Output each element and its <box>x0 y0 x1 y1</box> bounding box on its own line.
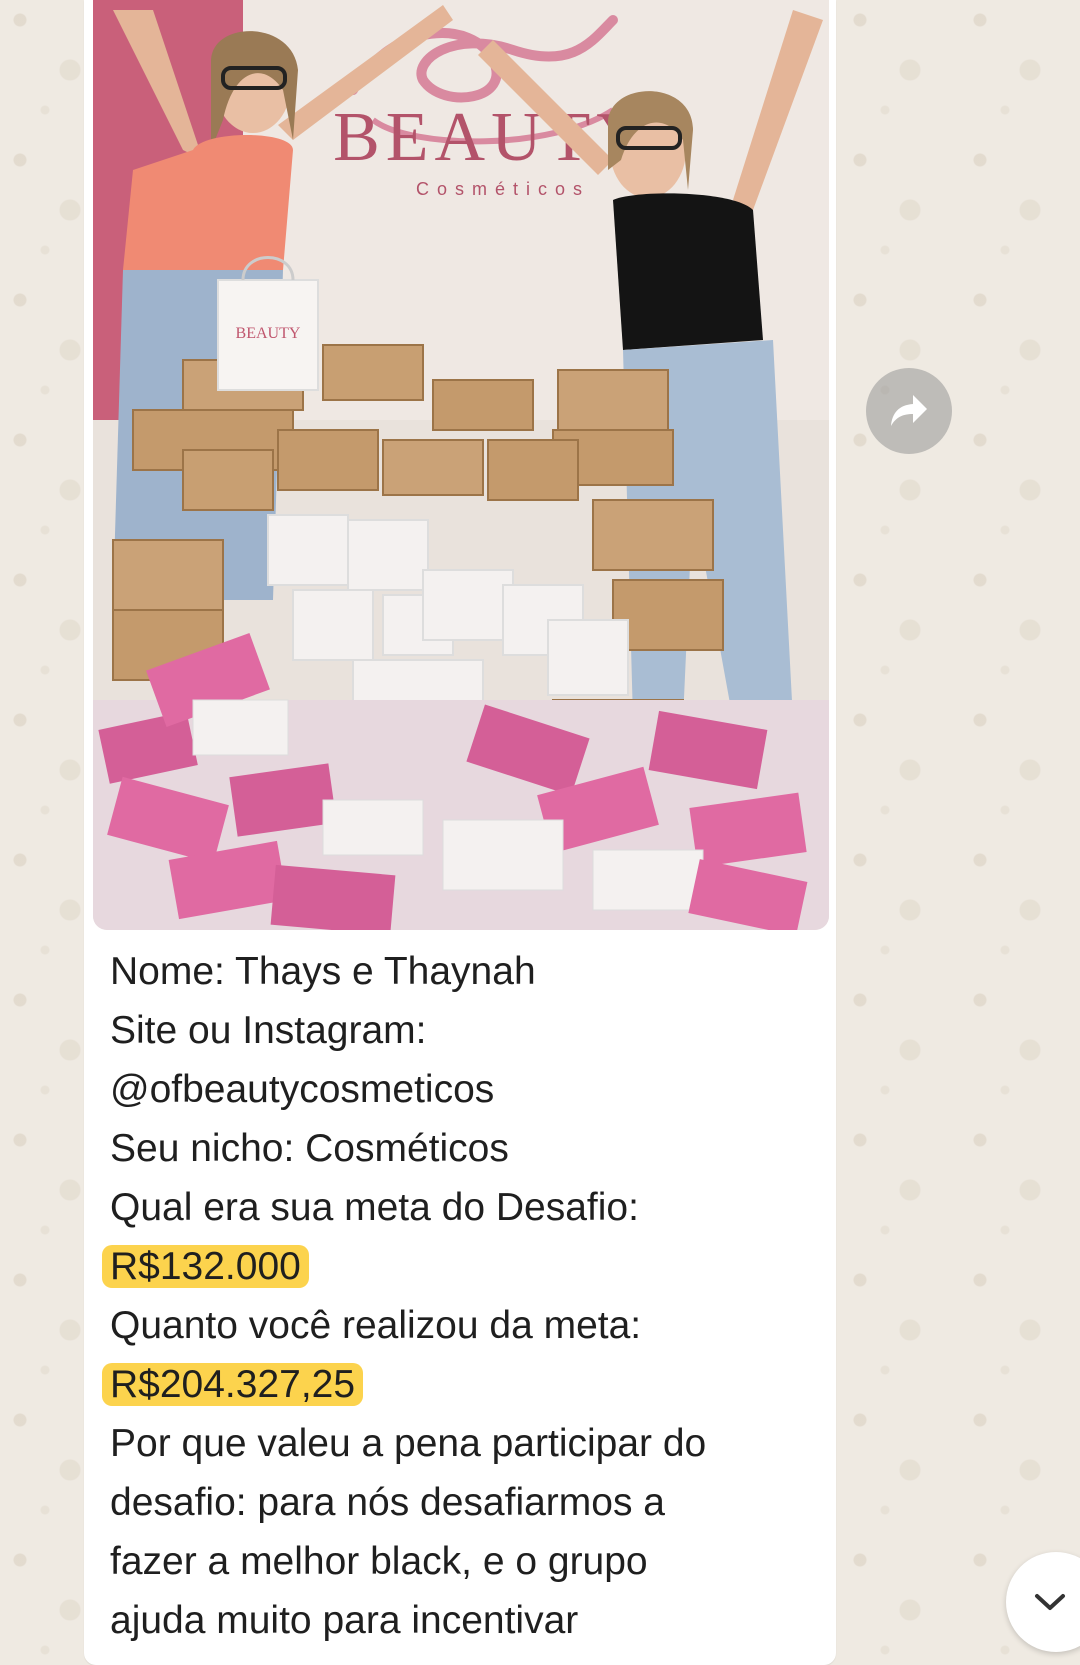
caption-reason-1: Por que valeu a pena participar do <box>110 1422 707 1465</box>
caption-achieved-line: R$204.327,25 <box>102 1355 820 1414</box>
message-photo[interactable]: BEAUTY Cosméticos BEAUTY <box>93 0 829 930</box>
chevron-down-icon <box>1035 1594 1065 1610</box>
caption-goal-line: R$132.000 <box>102 1237 820 1296</box>
caption-achieved-label: Quanto você realizou da meta: <box>110 1304 642 1347</box>
bag-brand-text: BEAUTY <box>236 325 301 342</box>
forward-arrow-icon <box>891 395 927 426</box>
caption-reason-4: ajuda muito para incentivar <box>110 1599 579 1642</box>
caption-reason-2: desafio: para nós desafiarmos a <box>110 1481 665 1524</box>
caption-goal-label: Qual era sua meta do Desafio: <box>110 1186 639 1229</box>
message-caption: Nome: Thays e Thaynah Site ou Instagram:… <box>102 942 820 1650</box>
caption-name: Nome: Thays e Thaynah <box>110 950 536 993</box>
caption-niche: Seu nicho: Cosméticos <box>110 1127 509 1170</box>
achieved-value-highlight: R$204.327,25 <box>102 1363 364 1406</box>
sign-sub-text: Cosméticos <box>416 179 590 199</box>
forward-button[interactable] <box>866 368 952 454</box>
goal-value-highlight: R$132.000 <box>102 1245 309 1288</box>
caption-instagram-handle: @ofbeautycosmeticos <box>110 1068 495 1111</box>
caption-site-label: Site ou Instagram: <box>110 1009 427 1052</box>
message-bubble[interactable]: BEAUTY Cosméticos BEAUTY Nome: Thays e T… <box>84 0 836 1665</box>
caption-reason-3: fazer a melhor black, e o grupo <box>110 1540 648 1583</box>
